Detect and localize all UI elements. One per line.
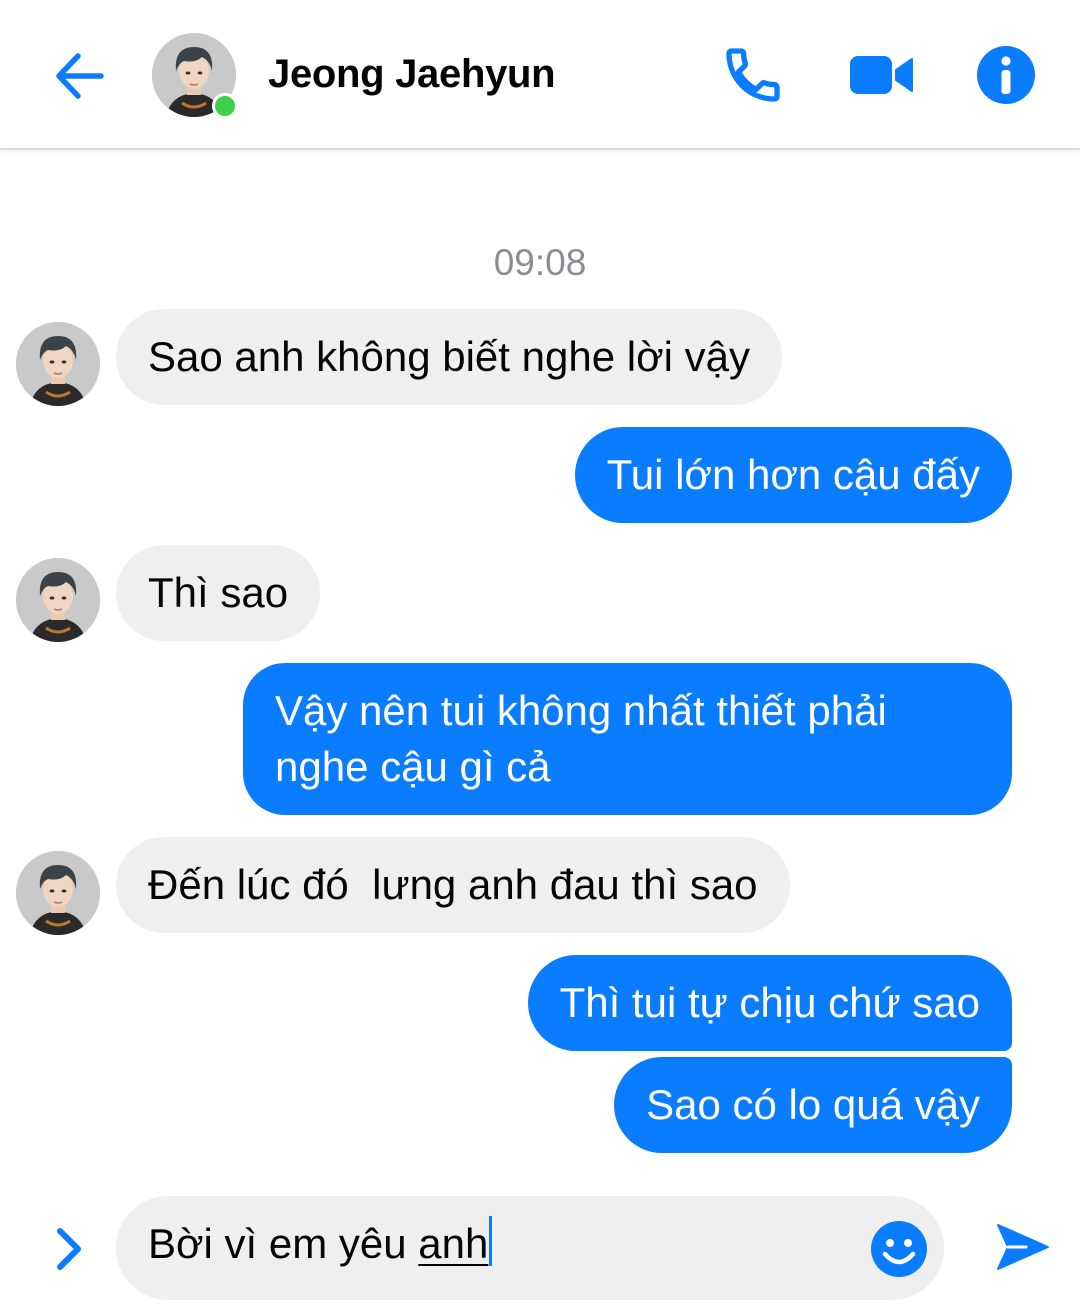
info-icon [977, 46, 1035, 104]
chevron-right-icon [57, 1228, 81, 1270]
text-caret [489, 1216, 493, 1266]
contact-avatar[interactable] [16, 851, 100, 935]
contact-avatar[interactable] [16, 558, 100, 642]
incoming-message-bubble[interactable]: Sao anh không biết nghe lời vậy [116, 309, 782, 405]
info-button[interactable] [971, 40, 1041, 110]
outgoing-message-bubble[interactable]: Sao có lo quá vậy [614, 1057, 1012, 1153]
video-camera-icon [850, 56, 913, 94]
outgoing-message-bubble[interactable]: Thì tui tự chịu chứ sao [527, 955, 1012, 1051]
outgoing-message-bubble[interactable]: Tui lớn hơn cậu đấy [574, 427, 1012, 523]
contact-avatar[interactable] [16, 322, 100, 406]
send-icon [997, 1224, 1049, 1270]
incoming-message-bubble[interactable]: Đến lúc đó lưng anh đau thì sao [116, 837, 790, 933]
emoji-button[interactable] [868, 1218, 930, 1280]
input-text: Bời vì em yêu [148, 1220, 419, 1267]
contact-name[interactable]: Jeong Jaehyun [268, 52, 556, 97]
message-input-text[interactable]: Bời vì em yêu anh [148, 1216, 493, 1272]
back-button[interactable] [44, 44, 114, 108]
video-call-button[interactable] [846, 40, 916, 110]
outgoing-message-bubble[interactable]: Vậy nên tui không nhất thiết phải nghe c… [243, 663, 1012, 815]
message-input[interactable]: Bời vì em yêu anh [116, 1196, 944, 1300]
phone-icon [726, 48, 780, 102]
contact-avatar-header[interactable] [152, 33, 238, 119]
send-button[interactable] [988, 1212, 1058, 1282]
back-arrow-icon [56, 53, 104, 99]
chat-header: Jeong Jaehyun [0, 0, 1080, 150]
call-button[interactable] [718, 40, 788, 110]
input-text-underlined: anh [418, 1220, 489, 1267]
smiley-icon [871, 1221, 927, 1277]
expand-actions-button[interactable] [38, 1214, 98, 1284]
message-timestamp: 09:08 [493, 242, 587, 283]
incoming-message-bubble[interactable]: Thì sao [116, 545, 321, 641]
online-status-dot [212, 93, 238, 119]
